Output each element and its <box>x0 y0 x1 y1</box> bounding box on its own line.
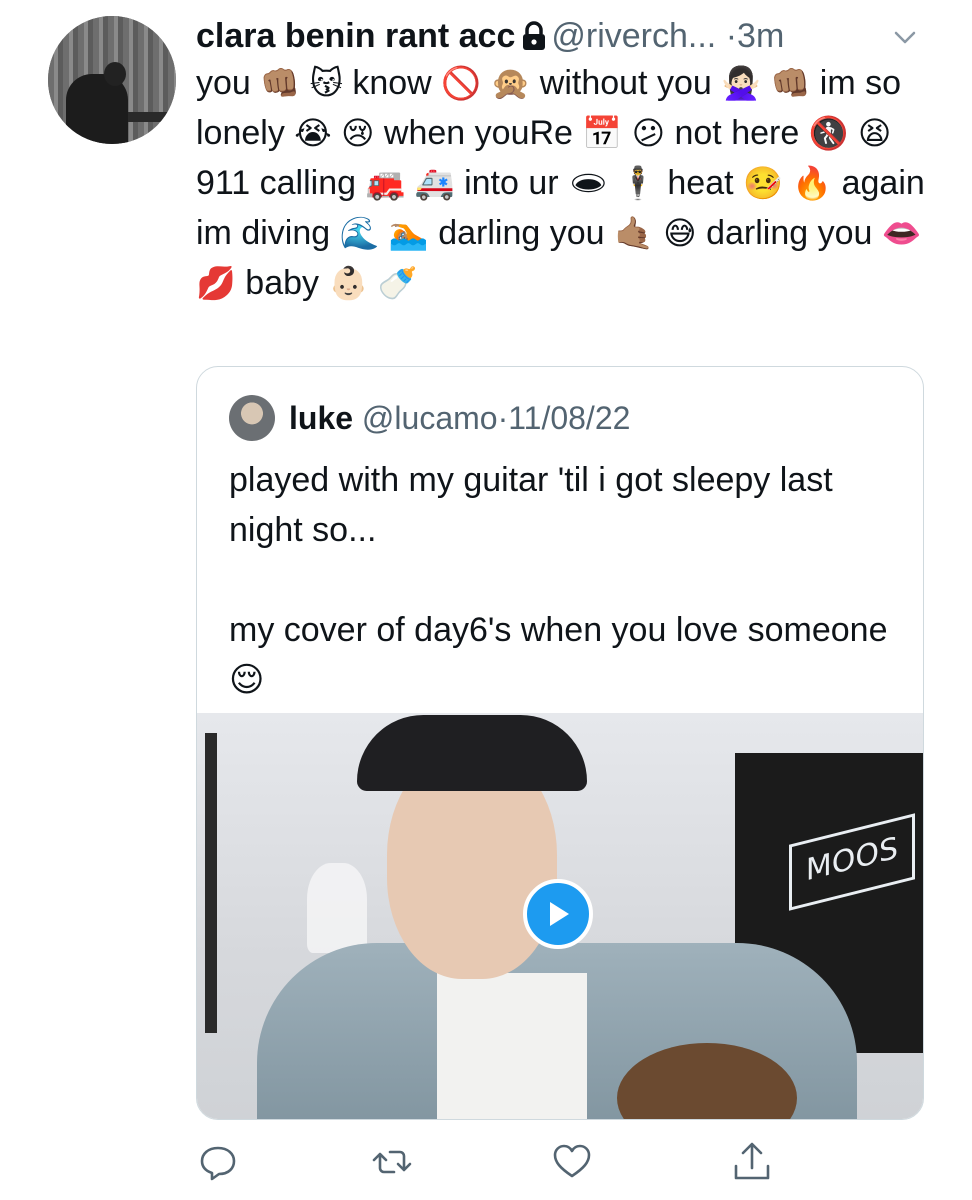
tweet-text-segment: darling you <box>696 214 882 252</box>
tweet-text-segment <box>622 114 631 152</box>
tweet-emoji: 😕 <box>631 114 666 152</box>
tweet-emoji: 🙊 <box>490 64 531 102</box>
tweet-text-segment <box>609 164 618 202</box>
tweet-emoji: 👊🏽 <box>770 64 811 102</box>
author-handle[interactable]: @riverch... <box>551 17 716 55</box>
author-display-name[interactable]: clara benin rant acc <box>196 17 515 55</box>
tweet-text: you 👊🏽 😽 know 🚫 🙊 without you 🙅🏻‍♀️ 👊🏽 i… <box>196 58 926 308</box>
tweet-text-segment <box>761 64 770 102</box>
tweet-text-segment: you <box>196 64 261 102</box>
tweet-emoji: 💋 <box>196 264 236 302</box>
tweet-emoji: 👄 <box>881 214 922 252</box>
tweet-emoji: 🏊🏽 <box>388 214 429 252</box>
quoted-tweet[interactable]: luke @lucamo·11/08/22 played with my gui… <box>196 366 924 1120</box>
tweet-text-segment: know <box>342 64 442 102</box>
tweet-emoji: 👊🏽 <box>260 64 301 102</box>
tweet-emoji: 🌊 <box>339 214 380 252</box>
tweet-text-segment: heat <box>657 164 744 202</box>
tweet-text-segment: without you <box>530 64 722 102</box>
lock-icon <box>521 18 547 62</box>
avatar-figure-head <box>104 62 126 86</box>
tweet-header: clara benin rant acc @riverch... ·3m <box>196 14 926 60</box>
tweet-emoji: 🕴 <box>618 164 658 202</box>
tweet-emoji: 📅 <box>582 114 623 152</box>
lamp-pole <box>205 733 217 1033</box>
relieved-face-emoji: 😌 <box>229 660 265 700</box>
chevron-down-icon[interactable] <box>890 22 920 52</box>
quoted-separator: · <box>497 400 509 436</box>
lamp-shade <box>307 863 367 953</box>
tweet-emoji: 🤙🏽 <box>613 214 654 252</box>
tweet-emoji: 🚒 <box>365 164 406 202</box>
tweet-text-segment: into ur <box>454 164 569 202</box>
person-shirt <box>437 973 587 1119</box>
share-icon[interactable] <box>730 1140 774 1184</box>
tweet-text-segment <box>368 264 377 302</box>
heart-icon[interactable] <box>550 1140 594 1184</box>
tweet-text-segment <box>405 164 414 202</box>
tweet-text-segment: not here <box>665 114 809 152</box>
quoted-author-name[interactable]: luke <box>289 400 353 436</box>
tweet-text-segment: baby <box>235 264 329 302</box>
quoted-author-avatar[interactable] <box>229 395 275 441</box>
reply-icon[interactable] <box>196 1140 240 1184</box>
tweet-emoji: 😫 <box>858 114 892 152</box>
tweet-emoji: 👶🏻 <box>328 264 369 302</box>
tweet-emoji: 😅 <box>663 214 697 252</box>
quoted-text-line1: played with my guitar 'til i got sleepy … <box>229 461 833 549</box>
tweet-emoji: 🔥 <box>792 164 833 202</box>
avatar-desk <box>128 112 176 122</box>
tweet-text-segment: darling you <box>428 214 614 252</box>
quoted-author-handle[interactable]: @lucamo <box>362 400 498 436</box>
person-cap <box>357 715 587 791</box>
tweet-emoji: 🚷 <box>808 114 849 152</box>
quoted-text-line2: my cover of day6's when you love someone <box>229 611 888 649</box>
quoted-tweet-text: played with my guitar 'til i got sleepy … <box>229 455 889 705</box>
tweet-emoji: 🤒 <box>743 164 783 202</box>
tweet-emoji: 🍼 <box>377 264 418 302</box>
tweet-text-segment: 911 calling <box>196 164 366 202</box>
tweet-emoji: 😢 <box>341 114 375 152</box>
video-thumbnail[interactable]: MOOS <box>197 713 923 1119</box>
tweet-emoji: 😽 <box>309 64 343 102</box>
tweet-emoji: 🙅🏻‍♀️ <box>721 64 762 102</box>
tweet-text-segment <box>654 214 663 252</box>
author-avatar[interactable] <box>48 16 176 144</box>
tweet-timestamp[interactable]: 3m <box>737 17 784 55</box>
tweet-emoji: 😭 <box>294 114 332 152</box>
tweet-text-segment <box>300 64 309 102</box>
tweet-emoji: 🚫 <box>441 64 482 102</box>
tweet-actions <box>196 1140 796 1184</box>
tweet-emoji: 🚑 <box>414 164 455 202</box>
tweet-text-segment: when youRe <box>374 114 583 152</box>
header-separator: · <box>725 17 738 55</box>
tweet-text-segment <box>379 214 388 252</box>
play-icon[interactable] <box>523 879 593 949</box>
tweet-text-segment <box>332 114 341 152</box>
tweet-emoji: 🕳 <box>568 164 609 202</box>
quoted-date: 11/08/22 <box>508 400 631 436</box>
retweet-icon[interactable] <box>370 1140 414 1184</box>
quoted-tweet-header: luke @lucamo·11/08/22 <box>289 395 630 441</box>
tweet-text-segment <box>849 114 858 152</box>
tweet-text-segment <box>783 164 792 202</box>
